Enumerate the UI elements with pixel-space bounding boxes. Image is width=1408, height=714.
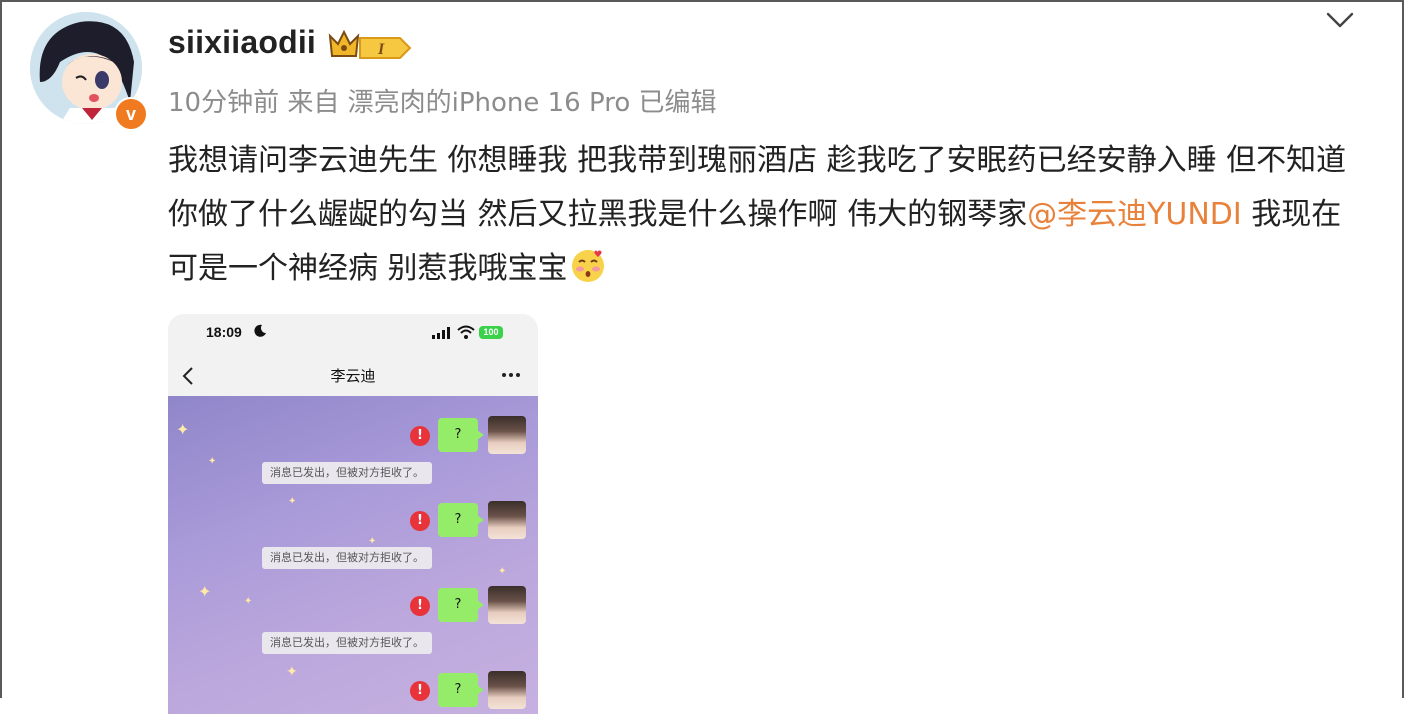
chat-background: ✦ ✦ ✦ ✦ ✦ ✦ ✦ ✦ ! ? 消息已发出，但被对方拒收了。 ! ? 消…	[168, 396, 538, 714]
send-error-icon[interactable]: !	[410, 511, 430, 531]
chat-title: 李云迪	[330, 367, 376, 385]
send-error-icon[interactable]: !	[410, 426, 430, 446]
sender-avatar[interactable]	[488, 416, 526, 454]
message-bubble[interactable]: ?	[438, 673, 484, 707]
sender-avatar[interactable]	[488, 501, 526, 539]
verified-badge-icon: v	[114, 97, 148, 131]
message-bubble[interactable]: ?	[438, 418, 484, 452]
send-error-icon[interactable]: !	[410, 681, 430, 701]
system-note: 消息已发出，但被对方拒收了。	[262, 462, 432, 484]
message-row: ! ?	[168, 414, 538, 454]
member-crown-badge-icon[interactable]: I	[326, 26, 416, 66]
message-row: ! ?	[168, 669, 538, 709]
more-icon[interactable]	[501, 372, 521, 378]
moon-icon	[254, 324, 266, 337]
mention-link[interactable]: @李云迪YUNDI	[1027, 197, 1242, 232]
sender-avatar[interactable]	[488, 586, 526, 624]
username[interactable]: siixiiaodii	[168, 24, 316, 61]
wifi-icon	[457, 325, 475, 339]
status-time: 18:09	[206, 324, 242, 340]
sender-avatar[interactable]	[488, 671, 526, 709]
chevron-down-icon[interactable]	[1324, 8, 1356, 34]
status-bar: 18:09 100	[168, 314, 538, 354]
blushing-kiss-emoji-icon	[571, 250, 604, 282]
send-error-icon[interactable]: !	[410, 596, 430, 616]
battery-icon: 100	[479, 326, 503, 339]
member-level-label: I	[377, 41, 385, 58]
chat-nav-bar: 李云迪	[168, 354, 538, 396]
message-bubble[interactable]: ?	[438, 503, 484, 537]
post-body: 我想请问李云迪先生 你想睡我 把我带到瑰丽酒店 趁我吃了安眠药已经安静入睡 但不…	[168, 134, 1368, 296]
system-note: 消息已发出，但被对方拒收了。	[262, 547, 432, 569]
star-decoration: ✦	[208, 456, 217, 467]
system-note: 消息已发出，但被对方拒收了。	[262, 632, 432, 654]
post-meta: 10分钟前 来自 漂亮肉的iPhone 16 Pro 已编辑	[168, 88, 717, 118]
attached-screenshot[interactable]: 18:09 100 李云迪 ✦ ✦ ✦ ✦ ✦ ✦ ✦ ✦ ! ? 消息已发出，…	[168, 314, 538, 714]
signal-icon	[432, 327, 450, 339]
message-bubble[interactable]: ?	[438, 588, 484, 622]
message-row: ! ?	[168, 499, 538, 539]
message-row: ! ?	[168, 584, 538, 624]
star-decoration: ✦	[498, 566, 507, 577]
